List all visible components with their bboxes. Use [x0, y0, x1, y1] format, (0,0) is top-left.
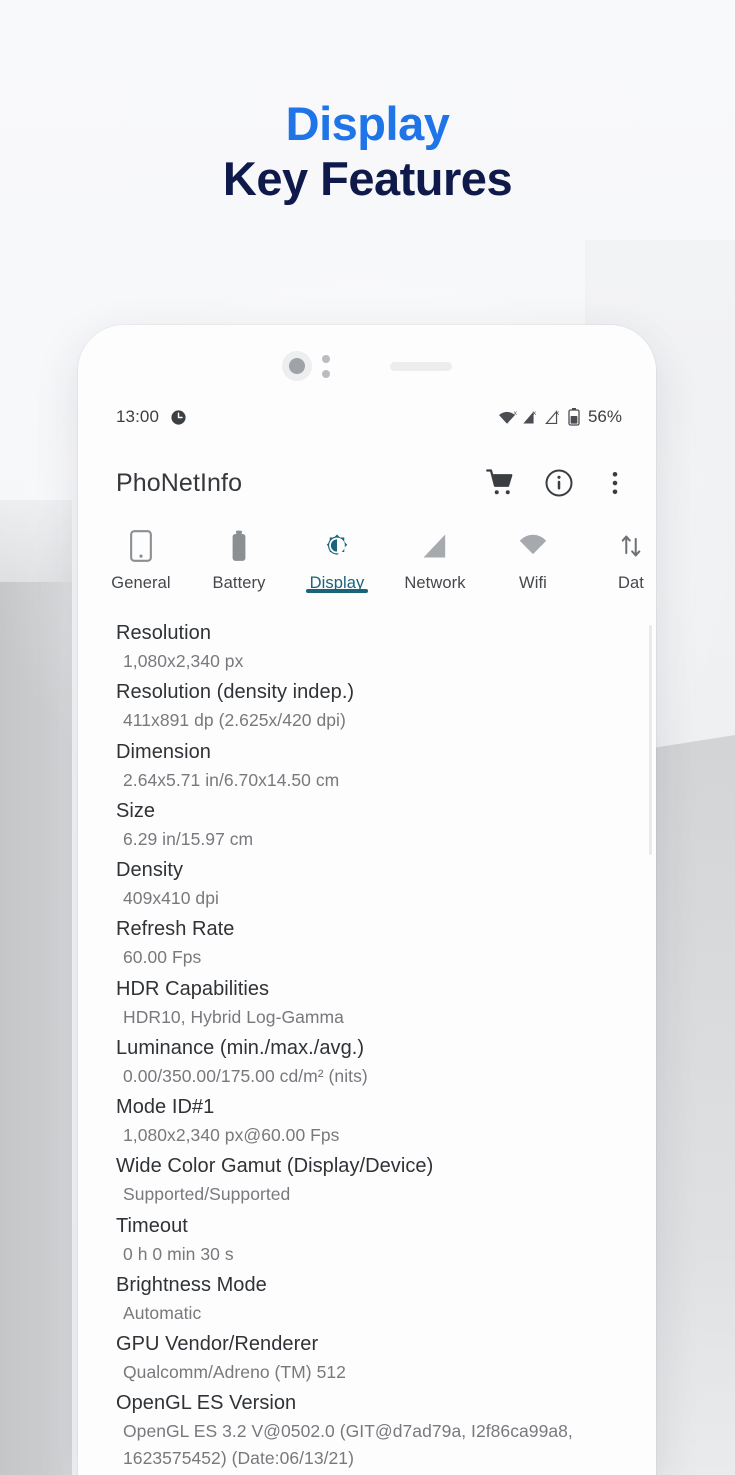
- front-camera-icon: [282, 351, 312, 381]
- status-bar: 13:00 x x x 56%: [78, 403, 656, 431]
- phone-sensor-row: [78, 351, 656, 381]
- status-bar-clock: 13:00: [116, 407, 160, 426]
- svg-text:x: x: [533, 409, 537, 416]
- list-item[interactable]: OpenGL ES Version OpenGL ES 3.2 V@0502.0…: [116, 1389, 630, 1471]
- row-label: OpenGL ES Version: [116, 1392, 297, 1415]
- list-item[interactable]: Resolution (density indep.) 411x891 dp (…: [116, 678, 630, 733]
- wifi-off-icon: x: [497, 409, 518, 426]
- wifi-icon: [518, 529, 548, 563]
- row-label: Timeout: [116, 1214, 188, 1237]
- list-item[interactable]: GPU Vendor/Renderer Qualcomm/Adreno (TM)…: [116, 1330, 630, 1385]
- row-label: Density: [116, 859, 184, 881]
- row-label: Dimension: [116, 740, 211, 763]
- list-item[interactable]: Dimension 2.64x5.71 in/6.70x14.50 cm: [116, 738, 630, 793]
- row-value: Supported/Supported: [123, 1184, 291, 1205]
- tab-label: Battery: [212, 574, 266, 592]
- row-value: 60.00 Fps: [123, 947, 202, 968]
- tab-data[interactable]: Dat: [582, 523, 656, 593]
- row-label: Wide Color Gamut (Display/Device): [116, 1155, 434, 1178]
- row-value: HDR10, Hybrid Log-Gamma: [123, 1006, 344, 1027]
- tab-display[interactable]: Display: [288, 523, 386, 593]
- list-item[interactable]: Wide Color Gamut (Display/Device) Suppor…: [116, 1152, 630, 1207]
- phone-mockup: 13:00 x x x 56% PhoNetInfo General Batte…: [78, 325, 656, 1475]
- list-item[interactable]: HDR Capabilities HDR10, Hybrid Log-Gamma: [116, 975, 630, 1030]
- battery-icon: [568, 408, 580, 426]
- row-label: Brightness Mode: [116, 1273, 267, 1296]
- row-label: Size: [116, 799, 156, 822]
- battery-percentage: 56%: [587, 407, 622, 426]
- status-bar-left: 13:00: [116, 407, 187, 427]
- row-label: GPU Vendor/Renderer: [116, 1333, 319, 1355]
- tab-label: Wifi: [519, 574, 547, 592]
- overflow-menu-icon[interactable]: [602, 468, 628, 498]
- tab-label: Network: [404, 574, 466, 592]
- headline-line-1: Display: [285, 97, 450, 150]
- tab-battery[interactable]: Battery: [190, 523, 288, 593]
- list-item[interactable]: Timeout 0 h 0 min 30 s: [116, 1212, 630, 1267]
- earpiece-speaker-icon: [390, 361, 452, 371]
- tab-general[interactable]: General: [92, 523, 190, 593]
- battery-icon: [229, 529, 249, 563]
- row-label: Luminance (min./max./avg.): [116, 1036, 365, 1059]
- row-value: OpenGL ES 3.2 V@0502.0 (GIT@d7ad79a, I2f…: [123, 1421, 573, 1468]
- phone-icon: [129, 529, 153, 563]
- row-value: 2.64x5.71 in/6.70x14.50 cm: [123, 769, 340, 790]
- row-value: 0.00/350.00/175.00 cd/m² (nits): [123, 1065, 368, 1086]
- status-bar-right: x x x 56%: [497, 407, 622, 427]
- scrollbar[interactable]: [649, 625, 652, 855]
- row-label: Mode ID#1: [116, 1096, 215, 1118]
- list-item[interactable]: Resolution 1,080x2,340 px: [116, 619, 630, 674]
- list-item[interactable]: Refresh Rate 60.00 Fps: [116, 915, 630, 970]
- svg-text:x: x: [556, 409, 560, 416]
- display-info-list[interactable]: Resolution 1,080x2,340 px Resolution (de…: [78, 613, 656, 1475]
- tab-label: Dat: [618, 574, 644, 592]
- page-title: Display Key Features: [0, 96, 735, 207]
- brightness-icon: [322, 529, 352, 563]
- tab-wifi[interactable]: Wifi: [484, 523, 582, 593]
- row-value: Automatic: [123, 1302, 202, 1323]
- phone-screen: 13:00 x x x 56% PhoNetInfo General Batte…: [78, 325, 656, 1475]
- app-bar: PhoNetInfo: [78, 453, 656, 513]
- svg-text:x: x: [514, 410, 517, 417]
- row-label: Resolution (density indep.): [116, 681, 355, 704]
- alarm-icon: [170, 409, 187, 426]
- list-item[interactable]: Density 409x410 dpi: [116, 856, 630, 911]
- tab-network[interactable]: Network: [386, 523, 484, 593]
- row-value: 1,080x2,340 px@60.00 Fps: [123, 1125, 340, 1145]
- row-value: 411x891 dp (2.625x/420 dpi): [123, 710, 346, 731]
- tab-underline: [306, 589, 368, 593]
- data-transfer-icon: [618, 529, 644, 563]
- app-title: PhoNetInfo: [116, 468, 243, 497]
- headline-line-2: Key Features: [222, 152, 513, 206]
- list-item[interactable]: Mode ID#1 1,080x2,340 px@60.00 Fps: [116, 1093, 630, 1148]
- signal-no-sim-icon-2: x: [545, 409, 563, 426]
- row-value: 409x410 dpi: [123, 888, 219, 908]
- list-item[interactable]: Luminance (min./max./avg.) 0.00/350.00/1…: [116, 1034, 630, 1089]
- row-label: Refresh Rate: [116, 918, 235, 941]
- row-value: 0 h 0 min 30 s: [123, 1243, 234, 1264]
- info-icon[interactable]: [544, 468, 574, 498]
- tab-label: General: [111, 574, 171, 592]
- app-bar-actions: [486, 468, 628, 498]
- list-item[interactable]: Brightness Mode Automatic: [116, 1271, 630, 1326]
- cart-icon[interactable]: [486, 468, 516, 498]
- list-item[interactable]: Size 6.29 in/15.97 cm: [116, 797, 630, 852]
- row-label: HDR Capabilities: [116, 977, 270, 1000]
- row-value: 6.29 in/15.97 cm: [123, 828, 254, 849]
- tab-bar: General Battery Display Network Wifi Dat: [78, 523, 656, 611]
- row-value: 1,080x2,340 px: [123, 651, 244, 671]
- signal-bars-icon: [421, 529, 449, 563]
- signal-no-sim-icon: x: [522, 409, 540, 426]
- sensor-dots-icon: [322, 354, 330, 378]
- row-label: Resolution: [116, 622, 212, 644]
- row-value: Qualcomm/Adreno (TM) 512: [123, 1362, 346, 1382]
